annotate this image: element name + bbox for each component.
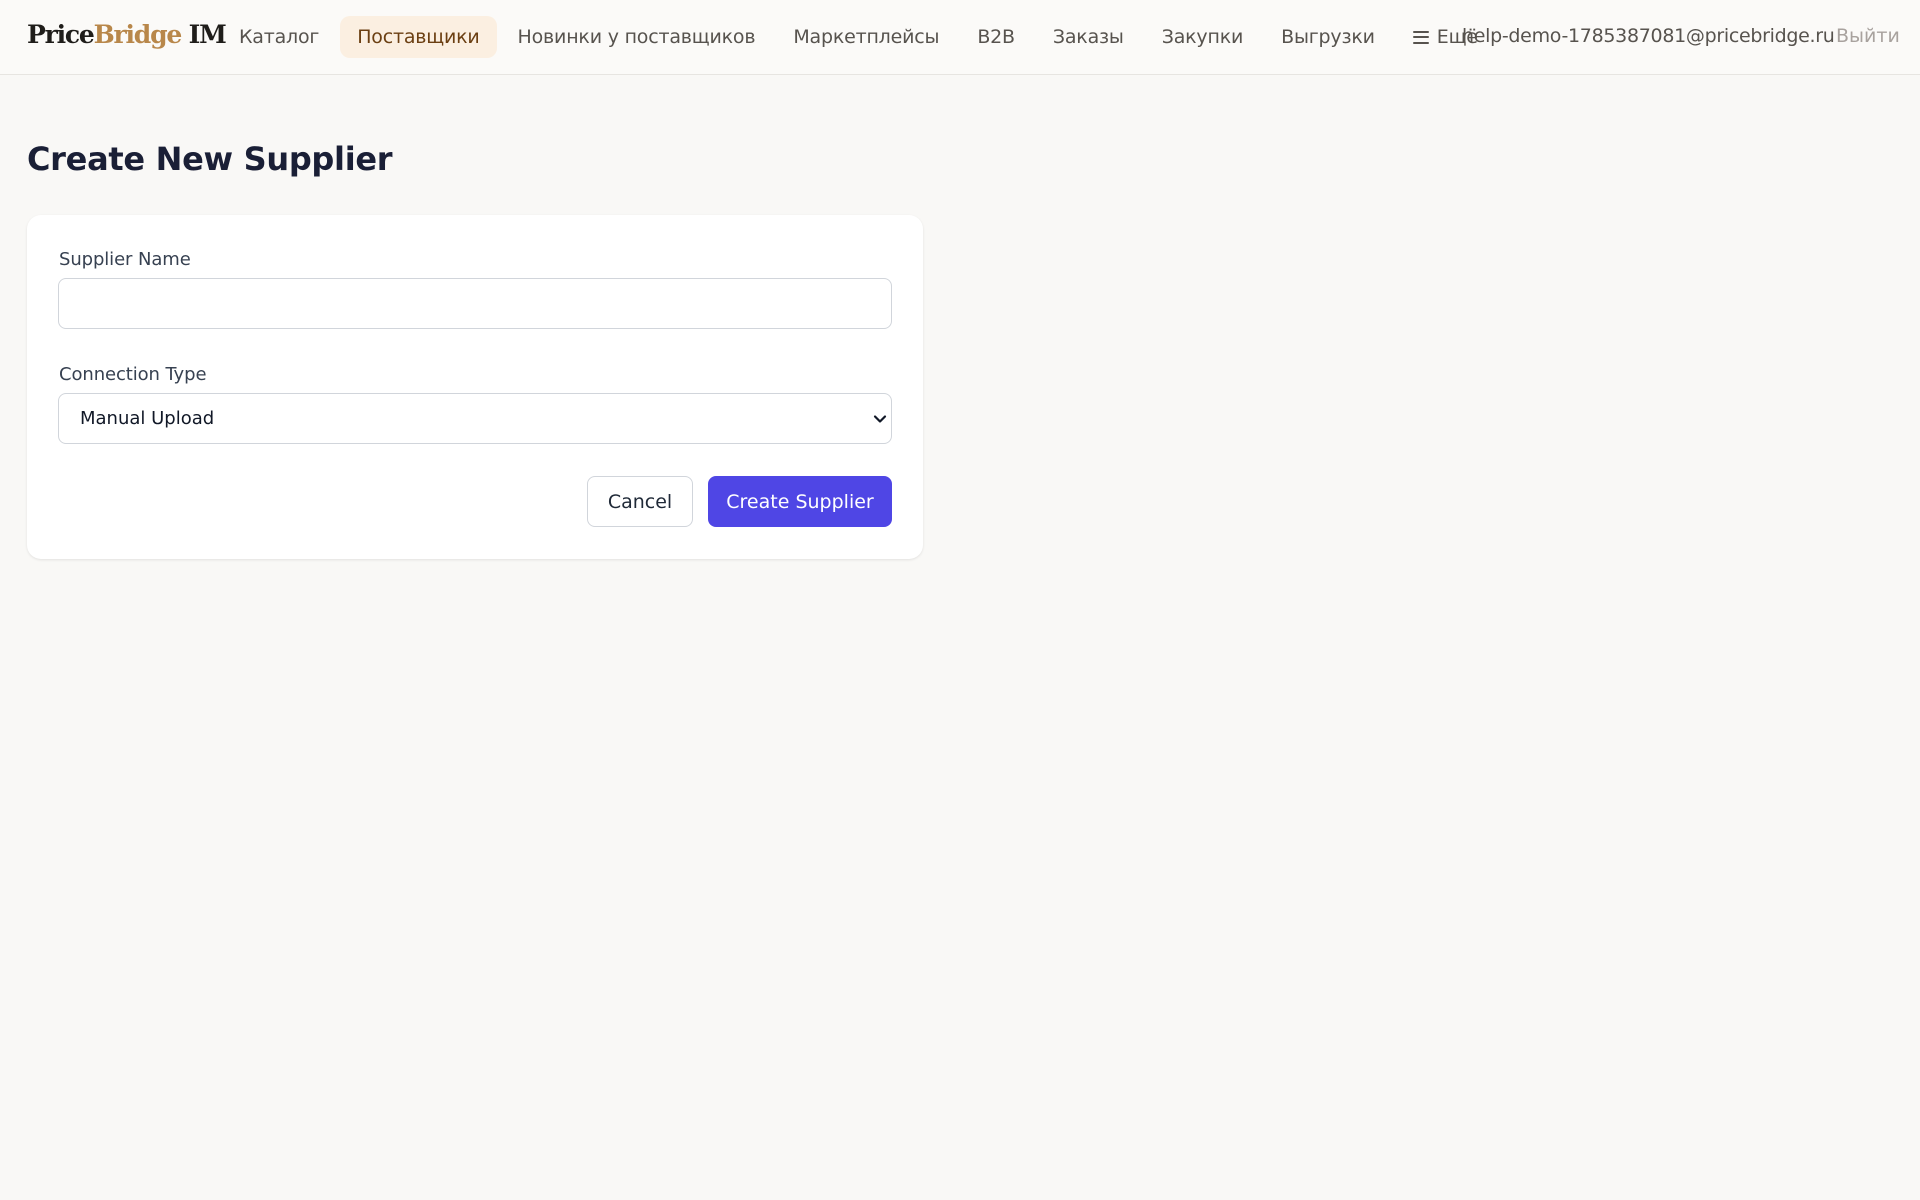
supplier-name-input[interactable] (58, 278, 892, 329)
nav-item-supplier-news[interactable]: Новинки у поставщиков (501, 16, 773, 58)
cancel-button[interactable]: Cancel (587, 476, 693, 527)
create-supplier-button[interactable]: Create Supplier (708, 476, 892, 527)
nav-item-suppliers[interactable]: Поставщики (340, 16, 497, 58)
nav-item-label: Каталог (239, 26, 320, 48)
nav-item-label: Маркетплейсы (793, 26, 940, 48)
nav-item-label: Выгрузки (1281, 26, 1375, 48)
logo-text-price: Price (27, 20, 95, 49)
nav-item-purchases[interactable]: Закупки (1145, 16, 1260, 58)
logout-link[interactable]: Выйти (1836, 25, 1900, 47)
nav-item-b2b[interactable]: B2B (960, 16, 1032, 58)
connection-type-label: Connection Type (59, 364, 207, 385)
nav-item-orders[interactable]: Заказы (1036, 16, 1141, 58)
nav-item-label: Закупки (1161, 26, 1244, 48)
nav-item-label: Поставщики (357, 26, 480, 48)
create-supplier-form: Supplier Name Connection Type Manual Upl… (27, 215, 923, 559)
nav-item-label: Заказы (1052, 26, 1124, 48)
nav-item-catalog[interactable]: Каталог (222, 16, 336, 58)
top-navigation-bar: PriceBridge IM Каталог Поставщики Новинк… (0, 0, 1920, 75)
menu-icon (1412, 30, 1429, 44)
connection-type-selected-value: Manual Upload (80, 408, 215, 429)
supplier-name-label: Supplier Name (59, 249, 191, 270)
nav-item-label: Новинки у поставщиков (517, 26, 756, 48)
nav-item-marketplaces[interactable]: Маркетплейсы (776, 16, 956, 58)
connection-type-select[interactable]: Manual Upload (58, 393, 892, 444)
nav-item-label: B2B (977, 26, 1015, 48)
main-nav: Каталог Поставщики Новинки у поставщиков… (222, 16, 1495, 58)
page-title: Create New Supplier (27, 140, 393, 178)
chevron-down-icon (873, 415, 887, 423)
user-email: help-demo-1785387081@pricebridge.ru (1462, 25, 1835, 47)
nav-item-exports[interactable]: Выгрузки (1264, 16, 1392, 58)
logo-text-bridge: Bridge (93, 20, 183, 49)
logo-text-im: IM (181, 20, 227, 49)
app-logo[interactable]: PriceBridge IM (27, 20, 227, 49)
